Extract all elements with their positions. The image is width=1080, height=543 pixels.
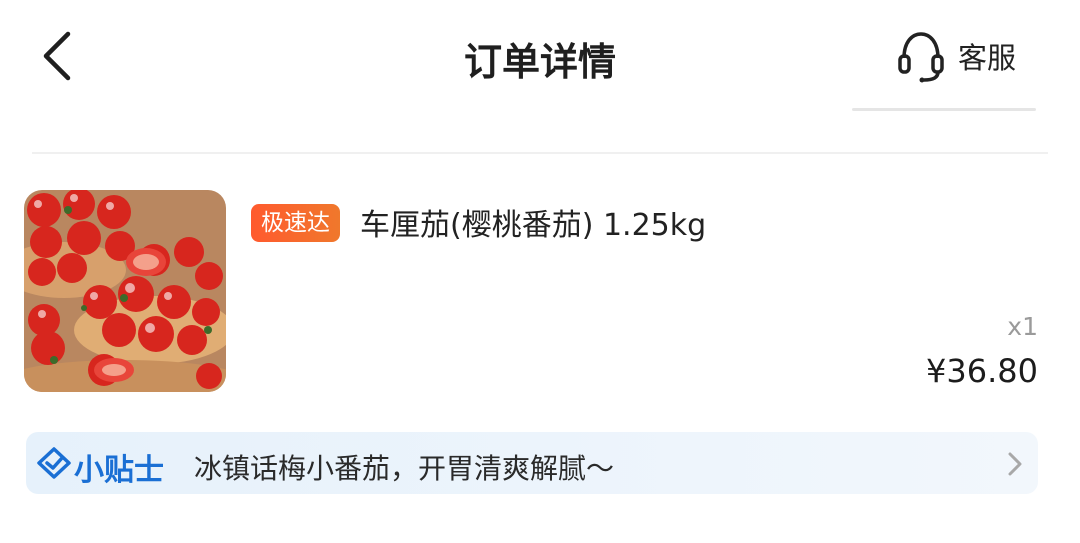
customer-service-button[interactable]: 客服 [896,26,1016,86]
tip-text: 冰镇话梅小番茄，开胃清爽解腻～ [194,452,615,485]
chevron-right-icon [1008,452,1022,476]
tip-banner[interactable]: 小贴士 冰镇话梅小番茄，开胃清爽解腻～ [26,432,1038,494]
product-image[interactable] [24,190,226,392]
product-quantity: x1 [1007,312,1038,341]
product-name[interactable]: 车厘茄(樱桃番茄) 1.25kg [360,200,706,244]
customer-service-label: 客服 [958,41,1017,75]
diamond-check-icon [37,447,71,479]
cherry-tomatoes-image [24,190,226,392]
service-underline [852,108,1036,111]
header: 订单详情 客服 [0,0,1080,120]
tip-title: 小贴士 [74,453,164,488]
headset-icon [898,32,944,83]
product-card[interactable]: 极速达 车厘茄(樱桃番茄) 1.25kg x1 ¥36.80 [24,190,1040,394]
header-divider [32,152,1048,154]
express-badge: 极速达 [251,204,340,242]
product-price: ¥36.80 [926,352,1038,390]
